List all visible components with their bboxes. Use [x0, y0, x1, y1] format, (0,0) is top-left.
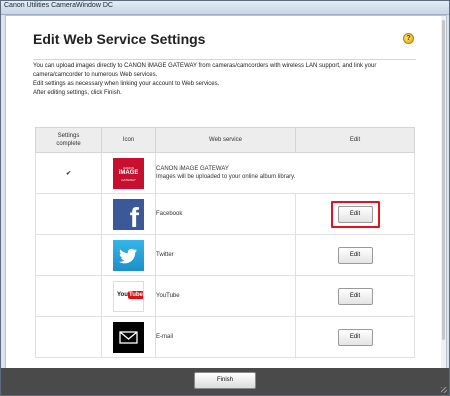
app-window: Canon Utilities CameraWindow DC Edit Web…	[0, 0, 450, 396]
service-name: E-mail	[155, 316, 296, 358]
column-header-web-service: Web service	[155, 127, 296, 153]
service-name: Twitter	[155, 234, 296, 276]
intro-line: You can upload images directly to CANON …	[33, 63, 377, 69]
title-bar[interactable]: Canon Utilities CameraWindow DC	[1, 1, 449, 15]
help-icon[interactable]: ?	[403, 33, 414, 44]
web-service-table: Settings complete Icon Web service Edit …	[35, 127, 415, 358]
settings-complete-cell	[35, 234, 102, 276]
edit-button-highlight: Edit	[330, 200, 380, 228]
resize-grip-icon[interactable]	[441, 387, 447, 393]
window-title: Canon Utilities CameraWindow DC	[4, 2, 113, 9]
intro-line: Edit settings as necessary when linking …	[33, 81, 220, 87]
service-description: Images will be uploaded to your online a…	[156, 174, 296, 180]
column-header-settings-complete: Settings complete	[35, 127, 102, 153]
edit-button-twitter[interactable]: Edit	[337, 246, 373, 264]
finish-button[interactable]: Finish	[194, 372, 256, 389]
intro-text: You can upload images directly to CANON …	[33, 62, 418, 98]
footer-bar: Finish	[1, 368, 449, 395]
web-service-cell: CANON iMAGE GATEWAY Images will be uploa…	[155, 152, 415, 194]
column-header-icon: Icon	[101, 127, 156, 153]
settings-complete-cell	[35, 193, 102, 235]
twitter-icon	[113, 239, 144, 271]
edit-button-email[interactable]: Edit	[337, 328, 373, 346]
youtube-icon: You Tube	[113, 280, 144, 312]
table-row-twitter: Twitter Edit	[35, 234, 415, 276]
settings-complete-cell	[35, 316, 102, 358]
table-header-row: Settings complete Icon Web service Edit	[35, 127, 415, 153]
settings-complete-check-icon: ✔	[35, 152, 102, 194]
intro-line: camera/camcorder to numerous Web service…	[33, 72, 158, 78]
email-icon	[113, 321, 144, 353]
page-title: Edit Web Service Settings	[33, 31, 206, 47]
facebook-icon: f	[113, 198, 144, 230]
scrollbar-thumb[interactable]	[442, 20, 445, 340]
heading-divider	[33, 59, 416, 60]
table-row-canon-image-gateway: ✔ CANON iMAGE GATEWAY CANON iMAGE GATEWA…	[35, 152, 415, 194]
column-header-edit: Edit	[295, 127, 415, 153]
service-name: CANON iMAGE GATEWAY	[156, 166, 229, 172]
vertical-scrollbar[interactable]	[441, 16, 446, 368]
table-row-facebook: f Facebook Edit	[35, 193, 415, 235]
edit-button-facebook[interactable]: Edit	[337, 205, 373, 223]
content-area: Edit Web Service Settings ? You can uplo…	[5, 15, 447, 369]
canon-image-gateway-icon: CANON iMAGE GATEWAY	[113, 157, 144, 189]
settings-complete-cell	[35, 275, 102, 317]
intro-line: After editing settings, click Finish.	[33, 90, 122, 96]
table-row-youtube: You Tube YouTube Edit	[35, 275, 415, 317]
service-name: YouTube	[155, 275, 296, 317]
edit-button-youtube[interactable]: Edit	[337, 287, 373, 305]
service-name: Facebook	[155, 193, 296, 235]
table-row-email: E-mail Edit	[35, 316, 415, 358]
